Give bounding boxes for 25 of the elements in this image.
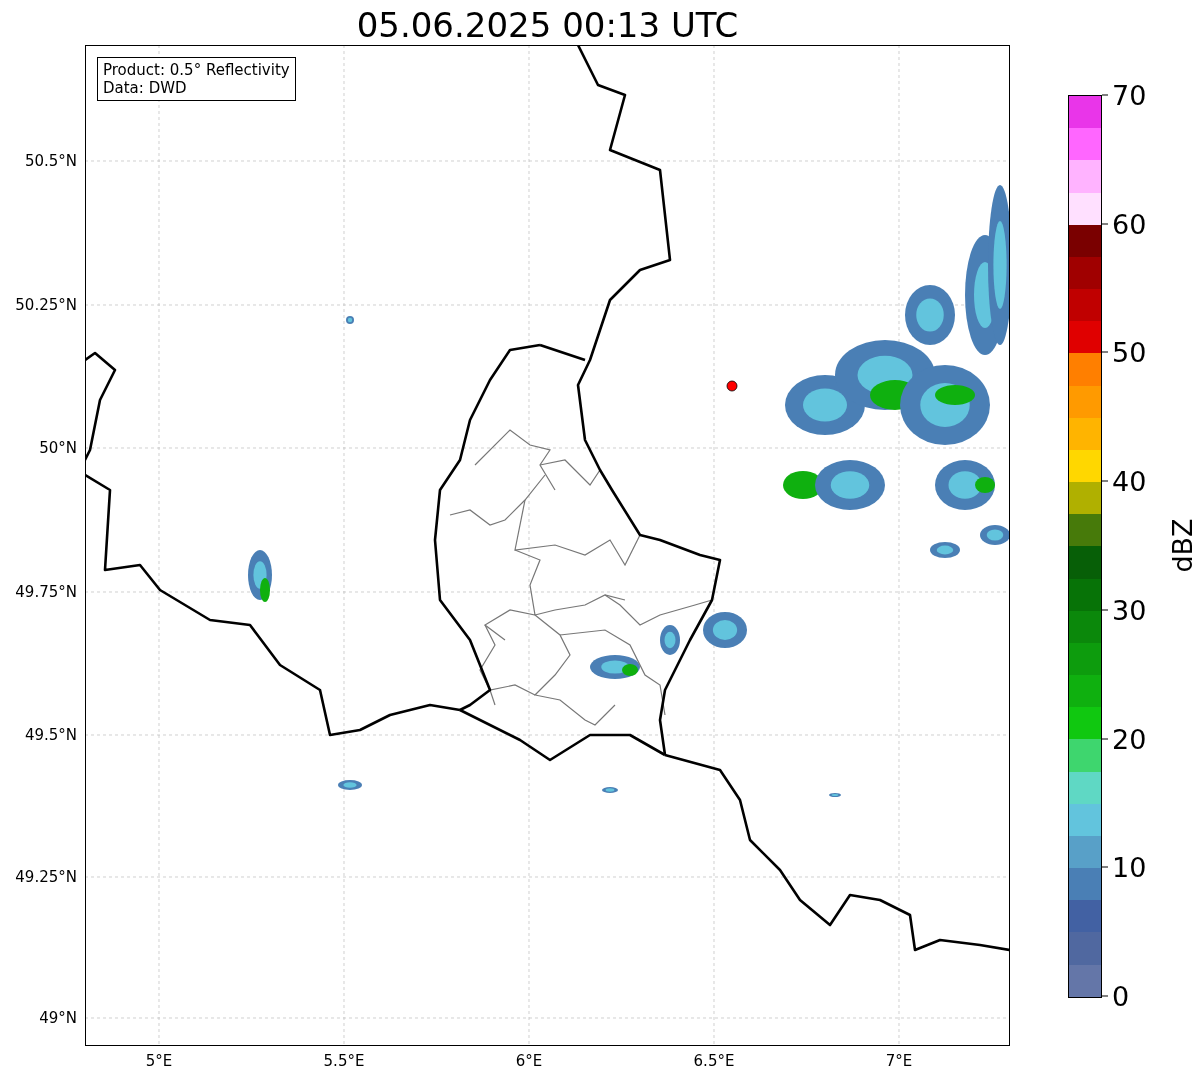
latitude-label: 50.25°N (15, 296, 77, 314)
colorbar-tick-label: 10 (1112, 851, 1147, 883)
longitude-label: 5.5°E (323, 1052, 365, 1070)
longitude-label: 6.5°E (693, 1052, 735, 1070)
longitude-label: 7°E (885, 1052, 913, 1070)
chart-title: 05.06.2025 00:13 UTC (355, 4, 740, 45)
colorbar-label: dBZ (1166, 518, 1198, 573)
longitude-label: 6°E (515, 1052, 543, 1070)
info-text: Data: DWD (103, 79, 188, 97)
longitude-label: 5°E (145, 1052, 173, 1070)
colorbar-tick-label: 50 (1112, 336, 1147, 368)
latitude-label: 50°N (39, 439, 77, 457)
station-marker (726, 380, 738, 392)
colorbar-tick-label: 0 (1112, 980, 1130, 1012)
colorbar-tick-label: 30 (1112, 594, 1147, 626)
latitude-label: 49.5°N (24, 726, 77, 744)
info-text: Product: 0.5° Reflectivity (103, 61, 290, 79)
colorbar-tick-label: 60 (1112, 208, 1147, 240)
latitude-label: 49.25°N (15, 868, 77, 886)
colorbar-tick-label: 70 (1112, 79, 1147, 111)
latitude-label: 50.5°N (24, 152, 77, 170)
colorbar-tick-label: 40 (1112, 465, 1147, 497)
latitude-label: 49°N (39, 1009, 77, 1027)
latitude-label: 49.75°N (15, 583, 77, 601)
colorbar-tick-label: 20 (1112, 723, 1147, 755)
